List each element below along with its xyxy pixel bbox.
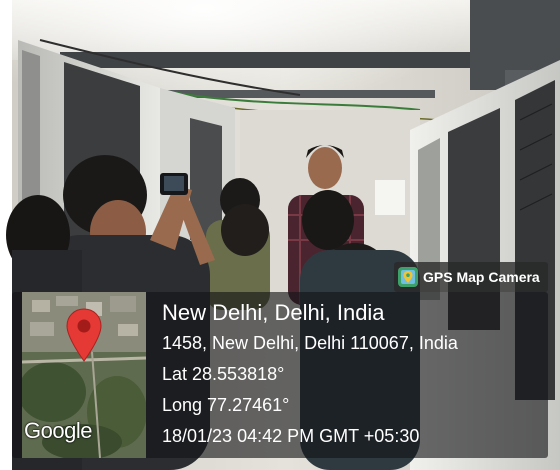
map-pin-icon: [66, 308, 102, 362]
google-map-logo: Google: [24, 418, 92, 443]
location-title: New Delhi, Delhi, India: [162, 300, 385, 325]
geotag-text: New Delhi, Delhi, India 1458, New Delhi,…: [162, 298, 542, 452]
address-line: 1458, New Delhi, Delhi 110067, India: [162, 333, 458, 353]
latitude-line: Lat 28.553818°: [162, 364, 285, 384]
longitude-line: Long 77.27461°: [162, 395, 290, 415]
datetime-line: 18/01/23 04:42 PM GMT +05:30: [162, 426, 420, 446]
camera-app-icon: [398, 267, 418, 287]
satellite-map-thumbnail: Google: [22, 292, 146, 458]
photo-frame: GPS Map Camera Google New Delhi, Delhi, …: [0, 0, 560, 470]
gps-map-camera-tag: GPS Map Camera: [394, 262, 548, 292]
gps-app-label: GPS Map Camera: [423, 269, 540, 285]
